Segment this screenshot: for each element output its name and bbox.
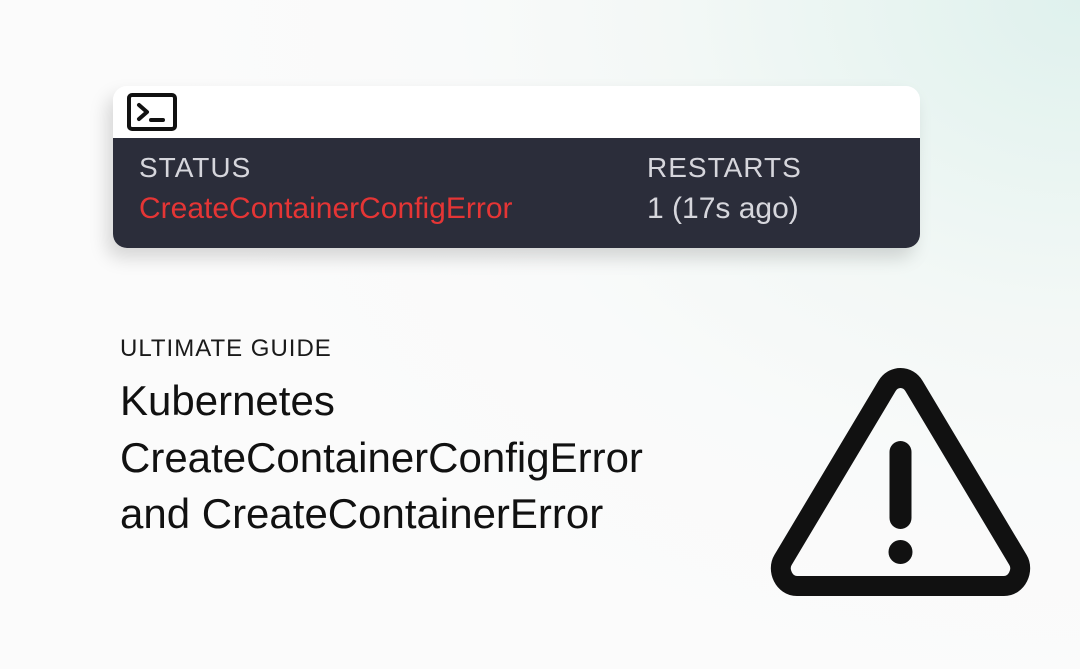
warning-triangle-icon (768, 360, 1033, 610)
terminal-card: STATUS CreateContainerConfigError RESTAR… (113, 86, 920, 248)
text-block: ULTIMATE GUIDE Kubernetes CreateContaine… (120, 335, 760, 543)
terminal-icon (127, 93, 177, 131)
eyebrow: ULTIMATE GUIDE (120, 335, 760, 363)
headline-line-1: Kubernetes (120, 377, 335, 424)
status-column: STATUS CreateContainerConfigError (139, 152, 647, 226)
headline: Kubernetes CreateContainerConfigError an… (120, 373, 760, 543)
restarts-value: 1 (17s ago) (647, 192, 894, 226)
restarts-label: RESTARTS (647, 152, 894, 184)
status-label: STATUS (139, 152, 647, 184)
restarts-column: RESTARTS 1 (17s ago) (647, 152, 894, 226)
terminal-header (113, 86, 920, 138)
terminal-body: STATUS CreateContainerConfigError RESTAR… (113, 138, 920, 248)
headline-line-2: CreateContainerConfigError (120, 434, 643, 481)
status-value: CreateContainerConfigError (139, 192, 647, 226)
headline-line-3: and CreateContainerError (120, 490, 603, 537)
